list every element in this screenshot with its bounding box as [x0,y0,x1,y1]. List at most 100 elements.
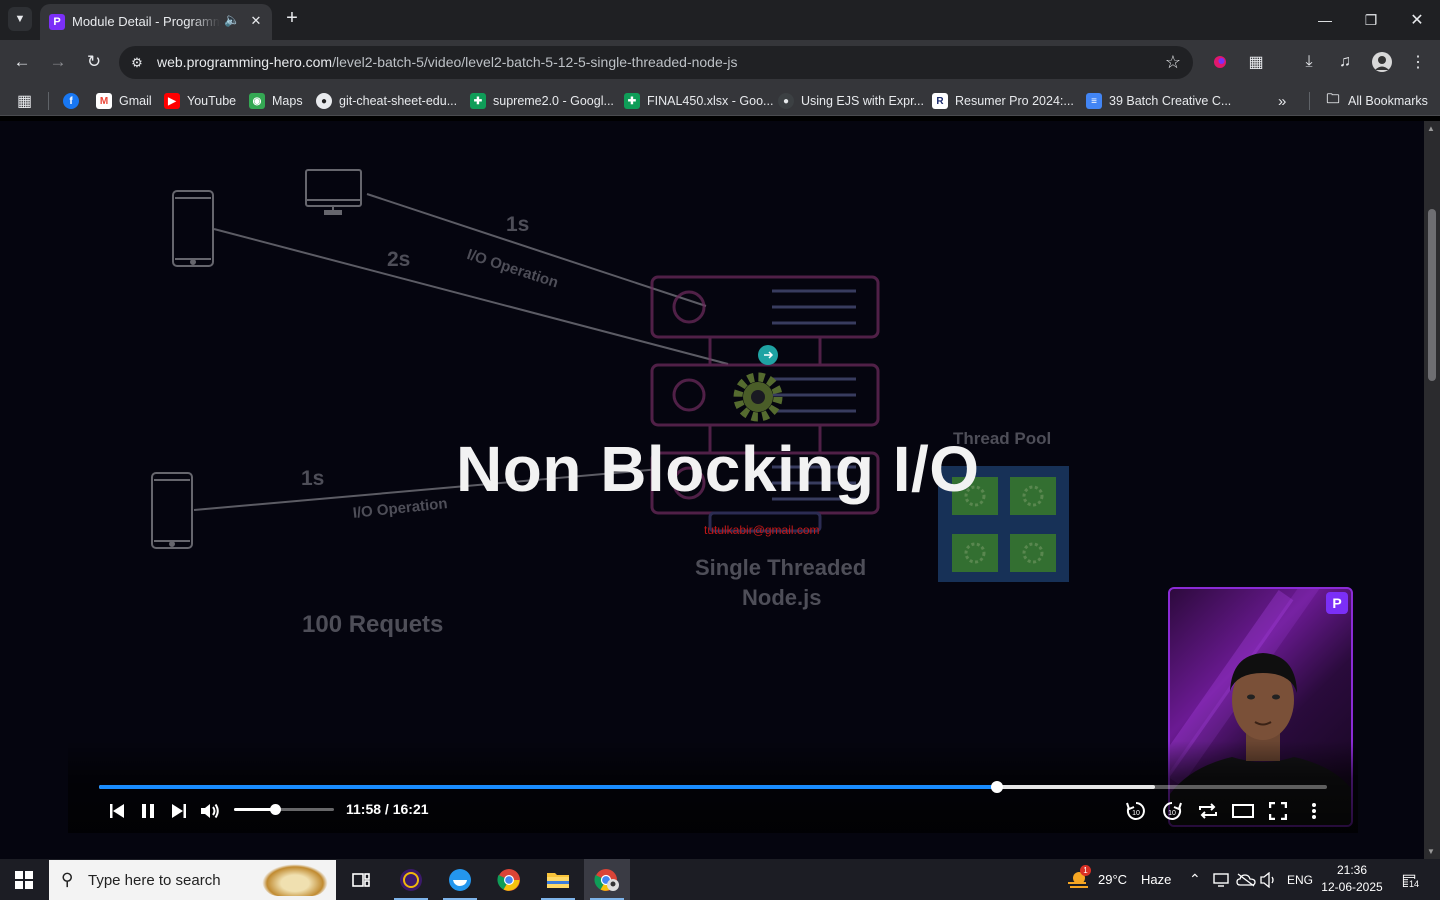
extension-logo-icon[interactable] [1207,49,1233,75]
page-scrollbar[interactable]: ▲ ▼ [1424,121,1440,859]
windows-start-button[interactable] [0,859,48,900]
rewind-10-icon[interactable]: 10 [1123,798,1149,824]
watermark-email: tutulkabir@gmail.com [704,523,820,537]
folder-icon: 🗀 [1326,91,1340,106]
bookmark-git-cheat-sheet[interactable]: ● git-cheat-sheet-edu... [316,91,457,111]
youtube-icon: ▶ [164,93,180,109]
new-tab-button[interactable]: + [280,6,304,30]
video-player[interactable]: 1s I/O Operation 2s 1s I/O Operation Thr… [0,121,1424,859]
taskbar-chrome-profile-icon[interactable] [584,859,630,900]
forward-button[interactable]: → [44,48,72,76]
label-1s-top: 1s [506,213,530,236]
tray-overflow-icon[interactable]: ⌃ [1189,859,1201,900]
browser-menu-icon[interactable]: ⋮ [1405,49,1431,75]
minimize-icon[interactable]: — [1302,0,1348,40]
search-highlight-image [262,864,328,896]
weather-widget[interactable]: 1 29°C Haze [1066,859,1171,900]
pause-icon[interactable] [135,798,161,824]
phone-top-icon [172,190,214,267]
taskbar-chrome-icon[interactable] [486,859,532,900]
bookmark-final450[interactable]: ✚ FINAL450.xlsx - Goo... [624,91,773,111]
restore-icon[interactable]: ❐ [1348,0,1394,40]
forward-10-icon[interactable]: 10 [1159,798,1185,824]
downloads-icon[interactable]: ⤓ [1296,49,1322,75]
seek-handle[interactable] [990,781,1003,793]
maps-icon: ◉ [249,93,265,109]
label-2s: 2s [387,248,411,271]
scroll-down-icon[interactable]: ▼ [1427,847,1435,856]
pointer-dot-icon [758,345,778,365]
site-info-icon[interactable]: ⚙ [128,54,146,72]
volume-slider[interactable] [234,804,334,815]
media-control-icon[interactable]: ♫ [1332,49,1358,75]
weather-condition: Haze [1141,872,1172,887]
fullscreen-icon[interactable] [1265,798,1291,824]
bookmark-ejs[interactable]: ● Using EJS with Expr... [778,91,924,111]
all-bookmarks-button[interactable]: 🗀 All Bookmarks [1325,91,1427,111]
language-indicator[interactable]: ENG [1287,859,1313,900]
gmail-icon: M [96,93,112,109]
next-icon[interactable] [166,798,192,824]
notification-center-icon[interactable]: ▤14 [1396,867,1422,893]
divider [1309,92,1310,110]
time-display: 11:58 / 16:21 [346,801,429,817]
monitor-icon [305,169,362,215]
windows-taskbar: ⚲ Type here to search 1 29°C Haze ⌃ ENG … [0,859,1440,900]
scroll-thumb[interactable] [1428,209,1436,381]
url-text[interactable]: web.programming-hero.com/level2-batch-5/… [157,54,738,70]
system-clock[interactable]: 21:36 12-06-2025 [1316,862,1388,896]
extensions-puzzle-icon[interactable]: ▦ [1243,49,1269,75]
seek-bar[interactable] [99,781,1327,793]
clock-date: 12-06-2025 [1321,880,1383,894]
taskbar-docker-icon[interactable] [437,859,483,900]
theater-mode-icon[interactable] [1230,798,1256,824]
bookmark-facebook[interactable]: f [63,91,86,111]
browser-toolbar: ← → ↻ ⚙ web.programming-hero.com/level2-… [0,40,1440,85]
window-close-icon[interactable]: ✕ [1394,0,1440,40]
bookmark-maps[interactable]: ◉ Maps [249,91,303,111]
slide-headline: Non Blocking I/O [456,433,980,505]
reload-button[interactable]: ↻ [80,48,108,76]
programming-hero-favicon-icon: P [49,14,65,30]
tab-close-icon[interactable]: ✕ [247,12,265,30]
bookmark-youtube[interactable]: ▶ YouTube [164,91,236,111]
profile-avatar[interactable] [1369,49,1395,75]
resumer-icon: R [932,93,948,109]
taskbar-search-box[interactable]: ⚲ Type here to search [49,860,336,900]
speaker-icon[interactable]: 🔈 [224,12,240,28]
phone-bottom-icon [151,472,193,549]
task-view-icon[interactable] [338,859,384,900]
loop-icon[interactable] [1195,798,1221,824]
svg-text:10: 10 [1132,810,1140,817]
docs-icon: ≡ [1086,93,1102,109]
server-caption-line2: Node.js [742,585,822,610]
clock-time: 21:36 [1336,863,1368,877]
gear-icon [733,372,783,422]
player-more-icon[interactable] [1301,798,1327,824]
tab-active[interactable]: P Module Detail - Programming Hero 🔈 ✕ [40,4,272,40]
bookmark-39-batch[interactable]: ≡ 39 Batch Creative C... [1086,91,1231,111]
divider [48,92,49,110]
back-button[interactable]: ← [8,48,36,76]
server-caption-line1: Single Threaded [695,555,867,580]
weather-haze-icon: 1 [1066,864,1091,890]
apps-grid-icon[interactable]: ▦ [17,91,32,111]
more-bookmarks-icon[interactable]: » [1278,91,1286,111]
volume-handle[interactable] [270,804,281,815]
bookmark-star-icon[interactable]: ☆ [1165,52,1181,73]
bookmark-supreme[interactable]: ✚ supreme2.0 - Googl... [470,91,614,111]
tab-title: Module Detail - Programming Hero [72,14,220,29]
bookmark-resumer[interactable]: R Resumer Pro 2024:... [932,91,1074,111]
taskbar-app-coin-icon[interactable] [388,859,434,900]
onedrive-icon[interactable] [1236,859,1256,900]
taskbar-file-explorer-icon[interactable] [535,859,581,900]
bookmark-gmail[interactable]: M Gmail [96,91,152,111]
network-icon[interactable] [1213,859,1231,900]
speaker-tray-icon[interactable] [1260,859,1278,900]
address-bar[interactable]: ⚙ web.programming-hero.com/level2-batch-… [119,46,1193,79]
sheets-icon: ✚ [624,93,640,109]
volume-icon[interactable] [197,798,223,824]
previous-icon[interactable] [104,798,130,824]
tab-search-button[interactable]: ▼ [8,7,32,31]
scroll-up-icon[interactable]: ▲ [1427,124,1435,133]
